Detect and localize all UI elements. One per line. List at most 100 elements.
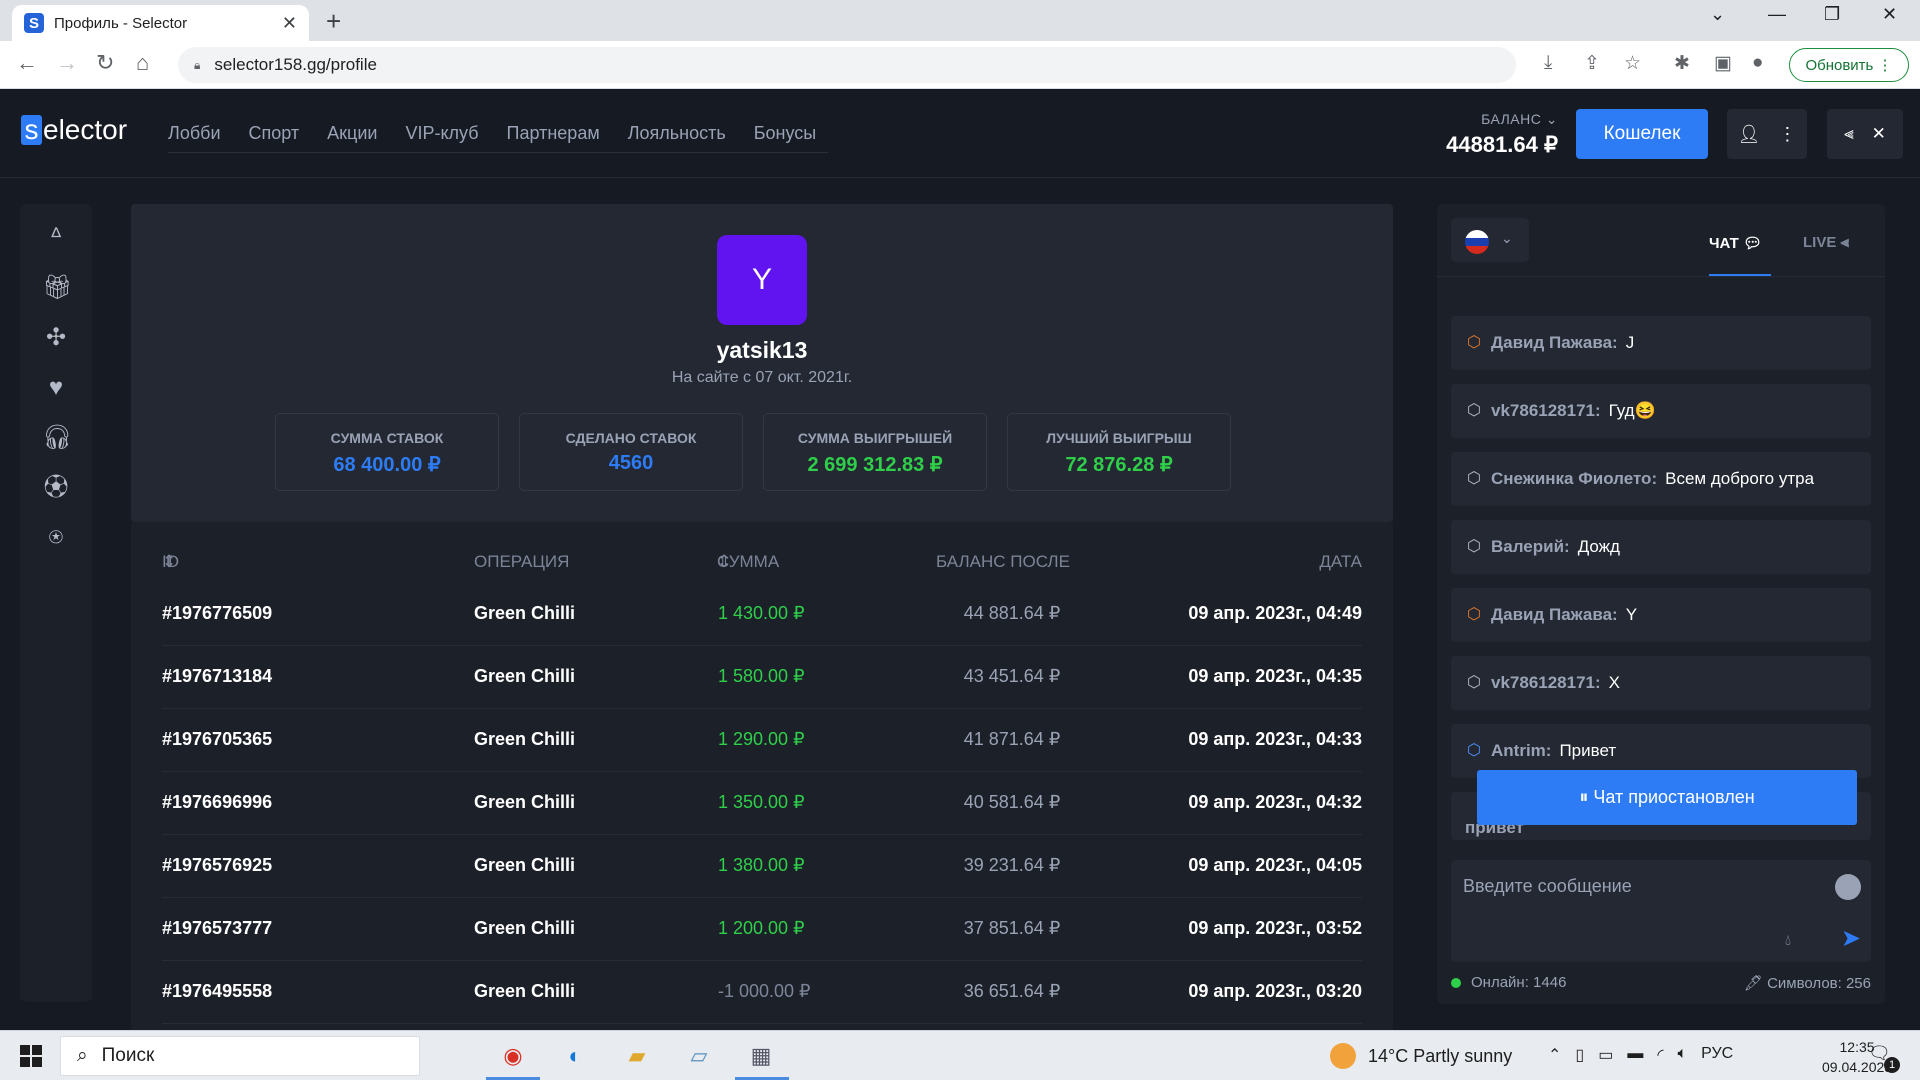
notification-icon[interactable]: 🗨︎ 1: [1868, 1043, 1900, 1073]
browser-tab[interactable]: S Профиль - Selector ✕: [12, 5, 309, 41]
balance-widget[interactable]: БАЛАНС ⌄ 44881.64 ₽: [1440, 111, 1558, 158]
nav-promotions[interactable]: Акции: [327, 123, 377, 144]
tab-search-icon[interactable]: ⌄: [1710, 4, 1725, 25]
chat-paused-banner[interactable]: ⏸︎ Чат приостановлен: [1477, 770, 1857, 825]
file-explorer-icon[interactable]: ▰: [619, 1039, 655, 1073]
edge-icon[interactable]: ◐: [557, 1039, 593, 1073]
weather-widget[interactable]: 14°C Partly sunny: [1330, 1043, 1512, 1069]
send-icon[interactable]: ➤: [1841, 924, 1861, 953]
row-operation: Green Chilli: [474, 918, 576, 938]
device-icon[interactable]: ▯: [1575, 1045, 1584, 1065]
rank-none-icon: ⬡: [1467, 538, 1481, 555]
close-panel-icon[interactable]: ✕: [1872, 124, 1886, 144]
battery-icon[interactable]: ▬: [1627, 1045, 1643, 1065]
taskbar-search[interactable]: ⌕ Поиск: [60, 1036, 420, 1076]
task-view-icon[interactable]: ⊟: [432, 1039, 468, 1073]
nav-lobby[interactable]: Лобби: [168, 123, 221, 144]
soccer-ball-icon[interactable]: ⚽︎: [42, 474, 70, 502]
profile-icon[interactable]: ●: [1752, 52, 1763, 74]
speed-icon[interactable]: ⍟: [42, 524, 70, 552]
close-tab-icon[interactable]: ✕: [282, 13, 297, 34]
chevron-up-icon[interactable]: ⌃: [1548, 1045, 1561, 1065]
header-balance: БАЛАНС ПОСЛЕ: [936, 552, 1070, 571]
row-balance: 37 851.64 ₽: [963, 918, 1061, 938]
row-operation: Green Chilli: [474, 855, 576, 875]
row-date: 09 апр. 2023г., 03:52: [1188, 918, 1362, 938]
new-tab-icon[interactable]: +: [326, 6, 341, 37]
install-icon[interactable]: ⤓: [1544, 52, 1552, 74]
message-author[interactable]: Валерий:: [1491, 537, 1570, 557]
fan-icon[interactable]: ✣: [42, 324, 70, 352]
chat-bubble-icon: 💬︎: [1742, 235, 1763, 252]
chat-message: ⬡ vk786128171: X: [1451, 656, 1871, 710]
share-icon[interactable]: ⇪: [1584, 52, 1600, 75]
nav-partners[interactable]: Партнерам: [507, 123, 600, 144]
logo-mark: s: [21, 115, 42, 145]
nav-vip-club[interactable]: VIP-клуб: [405, 123, 478, 144]
nav-loyalty[interactable]: Лояльность: [628, 123, 726, 144]
message-author[interactable]: Давид Пажава:: [1491, 333, 1618, 353]
chat-message: ⬡ Давид Пажава: Y: [1451, 588, 1871, 642]
row-sum: 1 350.00 ₽: [718, 792, 805, 812]
message-author[interactable]: Снежинка Фиолето:: [1491, 469, 1657, 489]
row-operation: Green Chilli: [474, 666, 576, 686]
close-window-icon[interactable]: ✕: [1882, 4, 1897, 25]
language-indicator[interactable]: РУС: [1701, 1045, 1733, 1065]
user-icon[interactable]: 👤︎: [1738, 124, 1761, 145]
maximize-icon[interactable]: ❐: [1824, 4, 1840, 25]
stat-bets-count: СДЕЛАНО СТАВОК 4560: [519, 413, 743, 491]
forward-icon[interactable]: →: [56, 50, 78, 76]
cherries-icon[interactable]: ᐞ: [42, 224, 70, 252]
address-bar[interactable]: 🔒︎ selector158.gg/profile: [178, 47, 1516, 83]
row-balance: 40 581.64 ₽: [963, 792, 1061, 812]
message-text: Привет: [1559, 741, 1617, 760]
row-sum: 1 380.00 ₽: [718, 855, 805, 875]
chrome-icon[interactable]: ◉: [495, 1039, 531, 1073]
heart-icon[interactable]: ♥: [42, 374, 70, 402]
nav-bonuses[interactable]: Бонусы: [754, 123, 817, 144]
row-operation: Green Chilli: [474, 792, 576, 812]
balance-label: БАЛАНС: [1481, 111, 1542, 127]
more-vertical-icon[interactable]: ⋮: [1778, 124, 1796, 145]
wifi-icon[interactable]: ◜: [1657, 1045, 1663, 1065]
volume-icon[interactable]: 🔈︎: [1678, 1045, 1688, 1065]
balance-value: 44881.64 ₽: [1446, 132, 1558, 157]
windows-start-icon[interactable]: [20, 1045, 42, 1067]
language-selector[interactable]: ⌄: [1451, 218, 1529, 262]
table-row: #1976776509 Green Chilli 1 430.00 ₽ 44 8…: [162, 583, 1362, 646]
chat-message: ⬡ vk786128171: Гуд😆: [1451, 384, 1871, 438]
wallet-button[interactable]: Кошелек: [1576, 109, 1708, 159]
rank-none-icon: ⬡: [1467, 674, 1481, 691]
message-author[interactable]: vk786128171:: [1491, 401, 1601, 421]
emoji-icon[interactable]: [1835, 874, 1861, 900]
reload-icon[interactable]: ↻: [96, 50, 114, 76]
nav-sport[interactable]: Спорт: [249, 123, 300, 144]
home-icon[interactable]: ⌂: [136, 50, 149, 76]
user-menu[interactable]: 👤︎ ⋮: [1727, 109, 1807, 159]
minimize-icon[interactable]: —: [1768, 4, 1786, 25]
bookmark-star-icon[interactable]: ☆: [1624, 52, 1641, 75]
extensions-icon[interactable]: ✱: [1674, 52, 1690, 75]
chart-icon[interactable]: ⫷: [1844, 124, 1854, 144]
message-input[interactable]: Введите сообщение: [1463, 876, 1632, 897]
sort-icon: ⇕: [717, 552, 732, 571]
stat-label: СУММА ВЫИГРЫШЕЙ: [797, 430, 953, 446]
chat-divider: [1437, 276, 1885, 277]
message-author[interactable]: Antrim:: [1491, 741, 1551, 761]
gift-icon[interactable]: 🎁︎: [42, 274, 72, 302]
notepad-icon[interactable]: ▱: [681, 1039, 717, 1073]
calculator-icon[interactable]: ▦: [743, 1039, 779, 1073]
message-author[interactable]: Давид Пажава:: [1491, 605, 1618, 625]
drop-icon[interactable]: 💧︎: [1785, 932, 1791, 949]
camera-icon[interactable]: ▭: [1598, 1045, 1613, 1065]
site-logo[interactable]: s elector: [21, 114, 127, 146]
headset-icon[interactable]: 🎧︎: [42, 424, 72, 452]
weather-icon: [1330, 1043, 1356, 1069]
back-icon[interactable]: ←: [16, 50, 38, 76]
tab-live[interactable]: LIVE ⫷: [1803, 234, 1849, 251]
update-button[interactable]: Обновить ⋮: [1789, 48, 1909, 82]
tab-chat[interactable]: ЧАТ 💬︎: [1709, 234, 1762, 252]
side-panel-icon[interactable]: ▣: [1714, 52, 1732, 75]
message-author[interactable]: vk786128171:: [1491, 673, 1601, 693]
username: yatsik13: [716, 337, 808, 363]
